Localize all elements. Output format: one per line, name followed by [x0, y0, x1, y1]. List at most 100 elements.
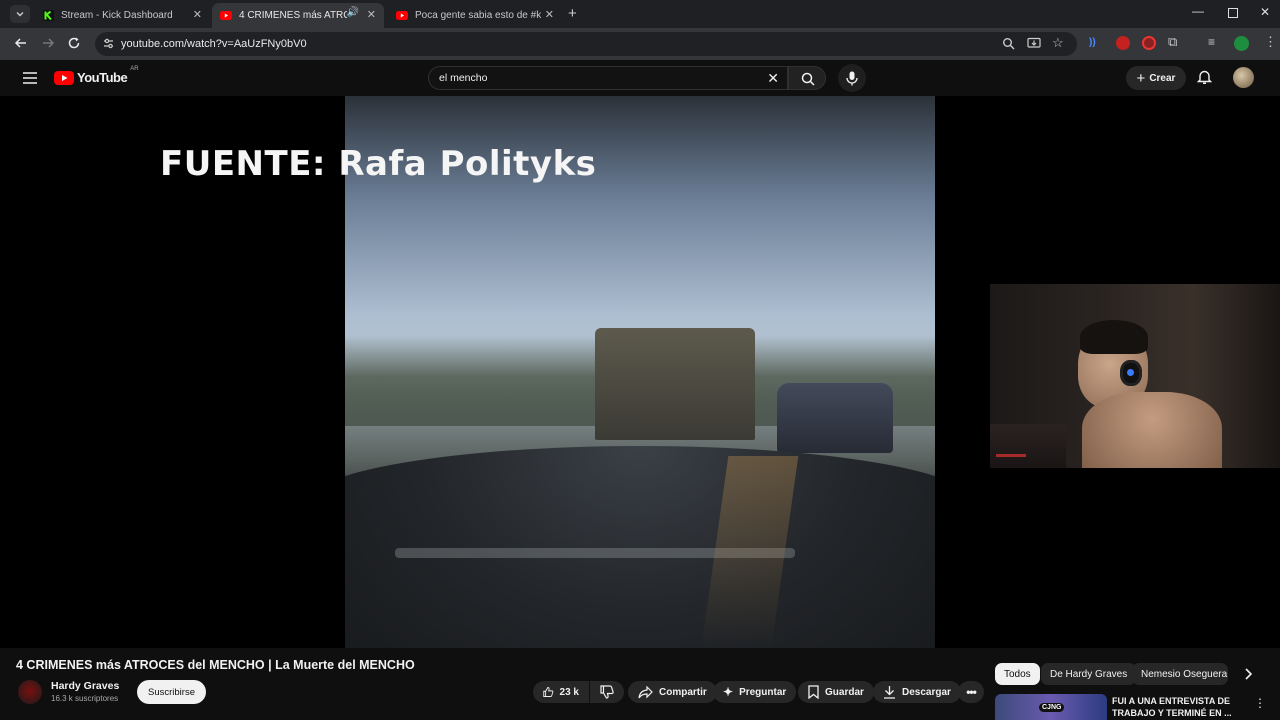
tab-title: 4 CRIMENES más ATROCES del MENCHO — [239, 10, 347, 21]
chevron-right-icon[interactable] — [1244, 667, 1253, 685]
save-button[interactable]: Guardar — [798, 681, 874, 703]
extension-record-icon[interactable] — [1142, 36, 1156, 50]
download-button[interactable]: Descargar — [873, 681, 961, 703]
chip-all[interactable]: Todos — [995, 663, 1040, 685]
notifications-bell-icon[interactable] — [1196, 69, 1213, 90]
headset-icon — [1120, 360, 1142, 386]
recommendation-title-line1[interactable]: FUI A UNA ENTREVISTA DE — [1112, 696, 1230, 706]
sparkle-icon: ✦ — [723, 685, 734, 699]
search-icon — [801, 72, 815, 86]
thumbnail-badge: CJNG — [1039, 703, 1065, 712]
tab-title: Stream - Kick Dashboard — [61, 10, 173, 21]
car-dashboard — [345, 446, 935, 648]
download-icon — [884, 686, 895, 699]
speaker-icon[interactable]: 🔊 — [347, 7, 359, 18]
streamer-torso — [1082, 392, 1222, 468]
subscriber-count: 16.3 k suscriptores — [51, 694, 119, 703]
search-query-text: el mencho — [439, 72, 488, 84]
channel-name[interactable]: Hardy Graves — [51, 680, 119, 692]
search-input[interactable]: el mencho ✕ — [428, 66, 788, 90]
maximize-icon[interactable] — [1228, 8, 1238, 18]
url-text: youtube.com/watch?v=AaUzFNy0bV0 — [121, 38, 307, 50]
zoom-icon[interactable] — [1002, 37, 1015, 55]
extensions-puzzle-icon[interactable]: ⧉ — [1168, 34, 1177, 50]
subscribe-label: Suscribirse — [148, 686, 195, 698]
close-tab-icon[interactable]: ✕ — [545, 8, 554, 21]
close-window-icon[interactable]: ✕ — [1260, 5, 1270, 19]
share-label: Compartir — [659, 686, 707, 698]
extension-red-icon[interactable] — [1116, 36, 1130, 50]
download-label: Descargar — [902, 686, 951, 698]
bookmark-icon — [808, 685, 819, 699]
channel-avatar[interactable] — [18, 680, 42, 704]
more-actions-button[interactable]: ••• — [958, 681, 984, 703]
close-tab-icon[interactable]: ✕ — [367, 8, 376, 21]
share-button[interactable]: Compartir — [628, 681, 717, 703]
rgb-keyboard — [990, 424, 1066, 468]
source-caption: FUENTE: Rafa Polityks — [160, 144, 597, 184]
forward-icon[interactable] — [41, 36, 55, 55]
video-title: 4 CRIMENES más ATROCES del MENCHO | La M… — [16, 658, 415, 672]
streamer-webcam — [990, 284, 1280, 468]
tab-title: Poca gente sabia esto de #kaicenat — [415, 10, 541, 21]
chip-from-channel[interactable]: De Hardy Graves — [1041, 663, 1137, 685]
dislike-button[interactable] — [590, 681, 624, 703]
youtube-logo-text: YouTube — [77, 70, 128, 85]
hamburger-menu-icon[interactable] — [23, 71, 37, 89]
bookmark-star-icon[interactable]: ☆ — [1052, 35, 1064, 51]
new-tab-icon[interactable]: + — [568, 5, 577, 22]
video-details: 4 CRIMENES más ATROCES del MENCHO | La M… — [0, 648, 1280, 720]
like-button[interactable]: 23 k — [533, 681, 589, 703]
kick-icon — [42, 10, 54, 22]
thumbs-down-icon — [600, 685, 614, 699]
youtube-logo-icon — [54, 70, 74, 85]
recommendation-thumbnail[interactable]: CJNG — [995, 694, 1107, 720]
reload-icon[interactable] — [67, 36, 81, 55]
chevron-down-icon — [16, 12, 24, 17]
browser-tab-strip: Stream - Kick Dashboard ✕ 4 CRIMENES más… — [0, 0, 1280, 28]
share-icon — [638, 685, 653, 698]
install-app-icon[interactable] — [1027, 37, 1041, 55]
thumbs-up-icon — [543, 687, 554, 697]
tab-youtube-video[interactable]: 4 CRIMENES más ATROCES del MENCHO 🔊 ✕ — [212, 3, 384, 28]
tab-kick-dashboard[interactable]: Stream - Kick Dashboard ✕ — [34, 3, 210, 28]
ask-button[interactable]: ✦ Preguntar — [713, 681, 797, 703]
subscribe-button[interactable]: Suscribirse — [137, 680, 206, 704]
ask-label: Preguntar — [739, 686, 787, 698]
youtube-header: YouTube AR el mencho ✕ + Crear — [0, 60, 1280, 96]
youtube-logo[interactable]: YouTube AR — [54, 66, 139, 85]
create-label: Crear — [1149, 72, 1176, 84]
like-count: 23 k — [559, 686, 579, 698]
chrome-menu-icon[interactable]: ⋮ — [1264, 34, 1277, 50]
video-player[interactable]: FUENTE: Rafa Polityks — [0, 96, 1280, 648]
back-icon[interactable] — [14, 36, 28, 55]
close-tab-icon[interactable]: ✕ — [193, 8, 202, 21]
chip-topic[interactable]: Nemesio Oseguera C — [1132, 663, 1228, 685]
profile-avatar-icon[interactable] — [1234, 36, 1249, 51]
streamer-hair — [1080, 320, 1148, 354]
media-controls-icon[interactable]: ≡ — [1208, 35, 1215, 49]
clear-search-icon[interactable]: ✕ — [767, 70, 779, 87]
recommendation-menu-icon[interactable]: ⋮ — [1254, 696, 1266, 710]
tab-search-button[interactable] — [10, 5, 30, 23]
recommendation-title-line2[interactable]: TRABAJO Y TERMINÉ EN ... — [1112, 708, 1232, 718]
browser-toolbar: youtube.com/watch?v=AaUzFNy0bV0 ☆ )) ⧉ ≡… — [0, 28, 1280, 60]
save-label: Guardar — [825, 686, 864, 698]
user-avatar[interactable] — [1233, 67, 1254, 88]
plus-icon: + — [1136, 69, 1146, 87]
youtube-icon — [396, 10, 408, 22]
microphone-icon — [846, 71, 858, 86]
region-code: AR — [130, 66, 139, 72]
create-button[interactable]: + Crear — [1126, 66, 1186, 90]
dark-suv — [777, 383, 893, 453]
voice-search-button[interactable] — [838, 64, 866, 92]
site-settings-icon[interactable] — [102, 37, 115, 55]
youtube-icon — [220, 10, 232, 22]
address-bar[interactable]: youtube.com/watch?v=AaUzFNy0bV0 ☆ — [95, 32, 1077, 56]
search-button[interactable] — [788, 66, 826, 90]
military-truck — [595, 328, 755, 440]
minimize-icon[interactable]: — — [1192, 4, 1204, 18]
tab-youtube-kaicenat[interactable]: Poca gente sabia esto de #kaicenat ✕ — [388, 3, 562, 28]
more-horizontal-icon: ••• — [966, 685, 977, 699]
extension-audio-icon[interactable]: )) — [1089, 37, 1096, 48]
